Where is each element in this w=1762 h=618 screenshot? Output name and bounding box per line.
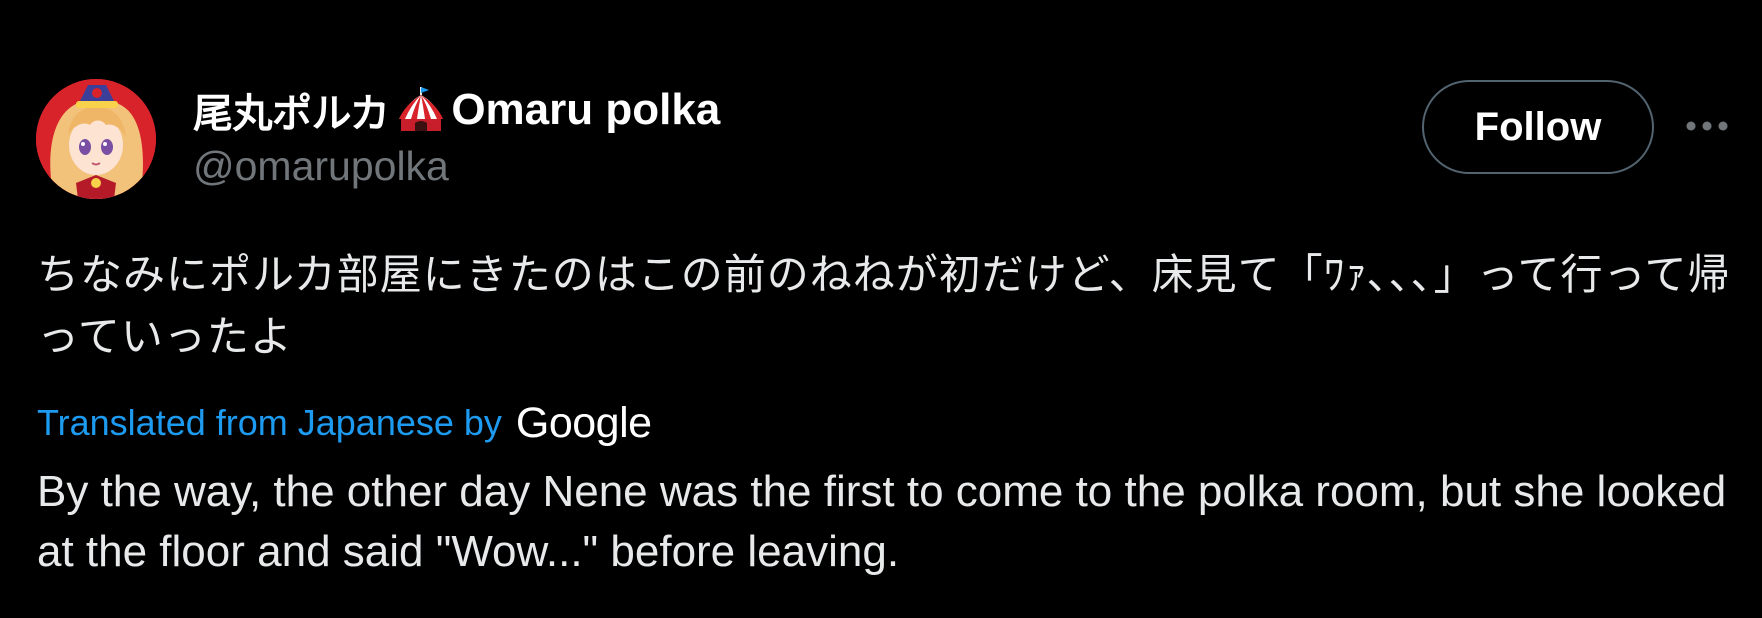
avatar[interactable]	[36, 79, 156, 199]
author-name-row[interactable]: 尾丸ポルカ Omaru polka	[193, 80, 720, 140]
tweet-card: 尾丸ポルカ Omaru polka @omarupolka Follow ちなみ…	[0, 0, 1762, 618]
google-logo: Google	[515, 398, 652, 447]
display-name-latin[interactable]: Omaru polka	[451, 85, 720, 135]
more-options-button[interactable]	[1682, 108, 1732, 144]
more-dots-icon	[1686, 121, 1728, 131]
tweet-text-translated: By the way, the other day Nene was the f…	[37, 467, 1727, 576]
follow-button[interactable]: Follow	[1422, 80, 1654, 174]
circus-tent-icon	[393, 85, 449, 135]
translation-attribution: Translated from Japanese by Google	[37, 396, 652, 450]
translated-from-link[interactable]: Translated from Japanese by	[37, 402, 502, 444]
display-name-japanese[interactable]: 尾丸ポルカ	[193, 81, 390, 139]
author-handle[interactable]: @omarupolka	[193, 143, 449, 190]
tweet-text-original: ちなみにポルカ部屋にきたのはこの前のねねが初だけど、床見て「ﾜｧ､､､」って行っ…	[37, 250, 1731, 361]
avatar-image	[36, 79, 156, 199]
